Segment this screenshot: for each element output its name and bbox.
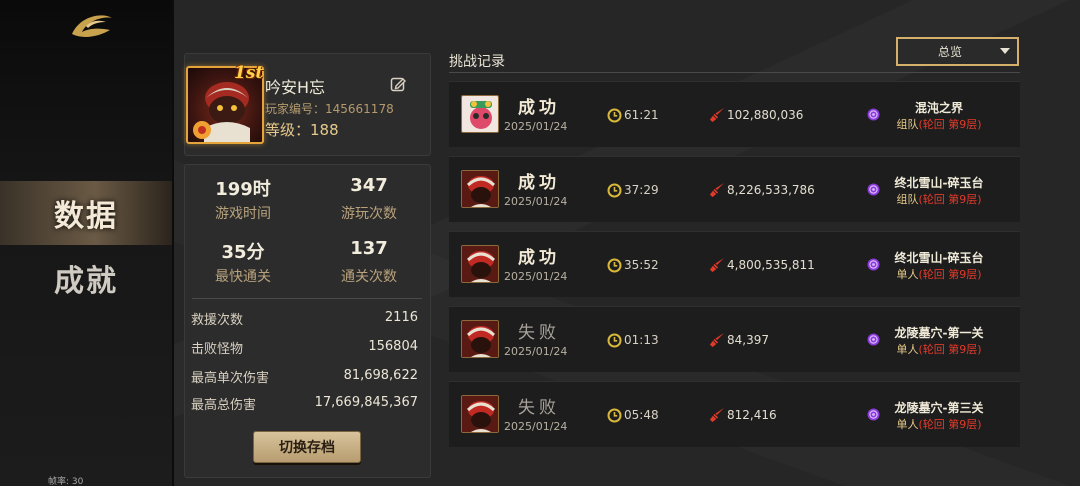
record-mode-type: 单人 <box>896 268 919 281</box>
max-total-damage-label: 最高总伤害 <box>191 398 257 413</box>
clock-icon <box>607 183 622 198</box>
record-avatar <box>461 245 499 283</box>
fastest-clear-label: 最快通关 <box>215 269 271 285</box>
stats-divider <box>192 298 422 299</box>
record-date: 2025/01/24 <box>504 270 568 283</box>
play-count-value: 347 <box>350 175 388 196</box>
clock-icon <box>607 108 622 123</box>
record-date: 2025/01/24 <box>504 420 568 433</box>
filter-selected-label: 总览 <box>937 45 962 59</box>
record-mode-type: 单人 <box>896 343 919 356</box>
damage-sword-icon <box>710 108 724 122</box>
play-time-label: 游戏时间 <box>215 206 271 222</box>
character-portrait-icon <box>462 96 498 132</box>
record-avatar <box>461 395 499 433</box>
record-row[interactable]: 成功 2025/01/24 35:52 4,800,535,811 终北雪山-碎… <box>449 231 1020 297</box>
record-row[interactable]: 失败 2025/01/24 05:48 812,416 龙陵墓穴-第三关 单人(… <box>449 381 1020 447</box>
player-name: 吟安H忘 <box>265 78 326 97</box>
record-row[interactable]: 成功 2025/01/24 37:29 8,226,533,786 终北雪山-碎… <box>449 156 1020 222</box>
record-mode-detail: (轮回 第9层) <box>918 118 982 131</box>
clear-count-label: 通关次数 <box>341 269 397 285</box>
record-stage: 混沌之界 <box>914 101 963 115</box>
record-mode: 单人(轮回 第9层) <box>879 416 999 432</box>
record-avatar <box>461 320 499 358</box>
record-stage: 龙陵墓穴-第三关 <box>894 401 984 415</box>
record-mode-type: 单人 <box>896 418 919 431</box>
record-duration: 35:52 <box>624 258 659 272</box>
clear-count-value: 137 <box>350 238 388 259</box>
rank-badge: 1st <box>234 63 264 83</box>
record-damage: 84,397 <box>727 333 769 347</box>
record-row[interactable]: 失败 2025/01/24 01:13 84,397 龙陵墓穴-第一关 单人(轮… <box>449 306 1020 372</box>
rescue-count-value: 2116 <box>384 310 418 325</box>
record-mode: 组队(轮回 第9层) <box>879 116 999 132</box>
record-duration: 37:29 <box>624 183 659 197</box>
record-date: 2025/01/24 <box>504 120 568 133</box>
record-mode: 单人(轮回 第9层) <box>879 266 999 282</box>
play-time-value: 199时 <box>215 179 271 200</box>
clock-icon <box>607 333 622 348</box>
record-mode-type: 组队 <box>896 118 919 131</box>
damage-sword-icon <box>710 408 724 422</box>
edit-name-icon[interactable] <box>390 76 406 92</box>
clock-icon <box>607 258 622 273</box>
damage-sword-icon <box>710 183 724 197</box>
records-filter-dropdown[interactable]: 总览 <box>896 37 1019 66</box>
record-duration: 05:48 <box>624 408 659 422</box>
character-portrait-icon <box>462 396 498 432</box>
character-portrait-icon <box>462 321 498 357</box>
record-result: 失败 <box>518 398 560 418</box>
rescue-count-label: 救援次数 <box>191 313 244 328</box>
record-stage: 终北雪山-碎玉台 <box>894 176 984 190</box>
record-mode-type: 组队 <box>896 193 919 206</box>
record-avatar <box>461 170 499 208</box>
clock-icon <box>607 408 622 423</box>
nav-tab-data[interactable]: 数据 <box>0 181 172 245</box>
game-logo-icon <box>72 15 112 37</box>
nav-tab-achievements[interactable]: 成就 <box>0 246 172 310</box>
record-damage: 102,880,036 <box>727 108 804 122</box>
record-date: 2025/01/24 <box>504 195 568 208</box>
character-portrait-icon <box>462 246 498 282</box>
monsters-defeated-value: 156804 <box>368 339 418 354</box>
record-damage: 8,226,533,786 <box>727 183 815 197</box>
fastest-clear-value: 35分 <box>221 242 265 263</box>
player-level: 等级：188 <box>265 121 339 139</box>
record-mode-detail: (轮回 第9层) <box>918 343 982 356</box>
record-result: 成功 <box>518 173 560 193</box>
record-duration: 61:21 <box>624 108 659 122</box>
fps-counter: 帧率: 30 <box>48 477 84 486</box>
record-mode: 组队(轮回 第9层) <box>879 191 999 207</box>
max-single-damage-label: 最高单次伤害 <box>191 371 270 386</box>
record-result: 成功 <box>518 98 560 118</box>
damage-sword-icon <box>710 333 724 347</box>
max-total-damage-value: 17,669,845,367 <box>314 395 418 410</box>
record-mode: 单人(轮回 第9层) <box>879 341 999 357</box>
record-date: 2025/01/24 <box>504 345 568 358</box>
monsters-defeated-label: 击败怪物 <box>191 342 244 357</box>
record-damage: 812,416 <box>727 408 777 422</box>
max-single-damage-value: 81,698,622 <box>343 368 418 383</box>
record-mode-detail: (轮回 第9层) <box>918 268 982 281</box>
record-stage: 龙陵墓穴-第一关 <box>894 326 984 340</box>
records-divider <box>449 72 1020 73</box>
sidebar: 数据 成就 帧率: 30 <box>0 0 172 486</box>
record-stage: 终北雪山-碎玉台 <box>894 251 984 265</box>
switch-save-button[interactable]: 切换存档 <box>253 431 361 463</box>
play-count-label: 游玩次数 <box>341 206 397 222</box>
record-mode-detail: (轮回 第9层) <box>918 418 982 431</box>
damage-sword-icon <box>710 258 724 272</box>
player-id: 玩家编号：145661178 <box>265 102 394 116</box>
record-duration: 01:13 <box>624 333 659 347</box>
records-title: 挑战记录 <box>449 54 505 70</box>
record-row[interactable]: 成功 2025/01/24 61:21 102,880,036 混沌之界 组队(… <box>449 81 1020 147</box>
record-damage: 4,800,535,811 <box>727 258 815 272</box>
record-result: 成功 <box>518 248 560 268</box>
record-result: 失败 <box>518 323 560 343</box>
record-mode-detail: (轮回 第9层) <box>918 193 982 206</box>
record-avatar <box>461 95 499 133</box>
chevron-down-icon <box>1000 48 1010 54</box>
character-portrait-icon <box>462 171 498 207</box>
